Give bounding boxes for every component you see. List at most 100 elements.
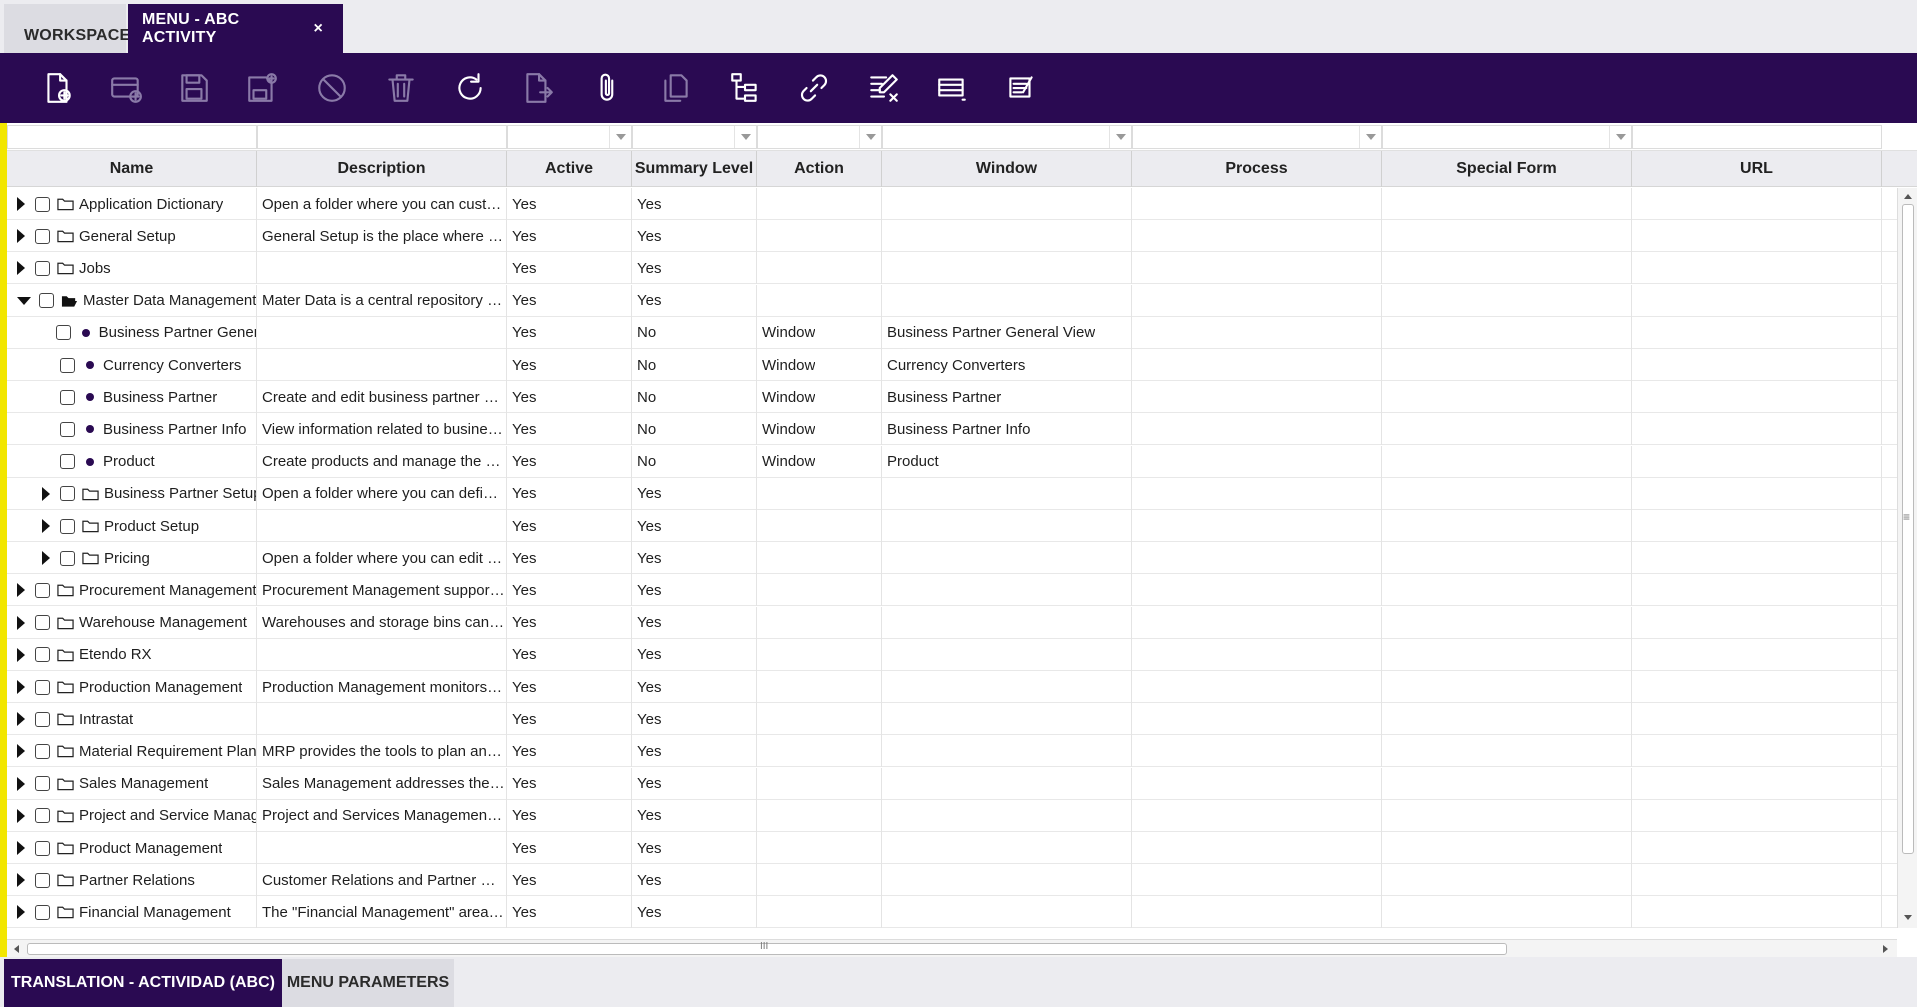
row-checkbox[interactable] <box>35 872 50 888</box>
audit-trail-icon[interactable] <box>866 70 902 106</box>
tab-menu-parameters[interactable]: MENU PARAMETERS <box>282 959 454 1007</box>
row-checkbox[interactable] <box>60 421 75 437</box>
row-checkbox[interactable] <box>60 454 75 470</box>
expand-arrow-icon[interactable] <box>17 873 25 888</box>
row-checkbox[interactable] <box>60 486 75 502</box>
row-checkbox[interactable] <box>60 518 75 534</box>
row-checkbox[interactable] <box>35 776 50 792</box>
filter-dropdown-icon[interactable] <box>1109 126 1131 148</box>
notes-icon[interactable] <box>1003 70 1039 106</box>
table-row[interactable]: Partner Relations Customer Relations and … <box>7 864 1897 897</box>
expand-arrow-icon[interactable] <box>42 519 50 533</box>
row-checkbox[interactable] <box>35 808 50 824</box>
row-checkbox[interactable] <box>35 260 50 276</box>
attachment-icon[interactable] <box>590 70 626 106</box>
cancel-icon[interactable] <box>314 70 350 106</box>
expand-arrow-icon[interactable] <box>17 776 25 791</box>
row-checkbox[interactable] <box>35 196 50 212</box>
column-header-active[interactable]: Active <box>507 151 632 187</box>
table-row[interactable]: Currency Converters Yes No Window Currency C… <box>7 349 1897 381</box>
expand-arrow-icon[interactable] <box>17 583 25 598</box>
table-row[interactable]: Sales Management Sales Management address… <box>7 767 1897 800</box>
scroll-up-icon[interactable] <box>1902 190 1914 202</box>
table-row[interactable]: General Setup General Setup is the place … <box>7 220 1897 253</box>
expand-arrow-icon[interactable] <box>42 486 50 501</box>
expand-arrow-icon[interactable] <box>17 680 25 694</box>
row-checkbox[interactable] <box>35 679 50 695</box>
filter-dropdown-icon[interactable] <box>1609 126 1631 148</box>
column-header-summary-level[interactable]: Summary Level <box>632 151 757 187</box>
link-icon[interactable] <box>796 70 832 106</box>
filter-description[interactable] <box>257 125 507 149</box>
expand-arrow-icon[interactable] <box>17 229 25 244</box>
delete-icon[interactable] <box>383 70 419 106</box>
column-header-window[interactable]: Window <box>882 151 1132 187</box>
filter-window[interactable] <box>882 125 1132 149</box>
tab-translation[interactable]: TRANSLATION - ACTIVIDAD (ABC) <box>4 959 282 1007</box>
expand-arrow-icon[interactable] <box>17 712 25 727</box>
table-row[interactable]: Warehouse Management Warehouses and stora… <box>7 606 1897 639</box>
filter-dropdown-icon[interactable] <box>734 126 756 148</box>
column-header-special-form[interactable]: Special Form <box>1382 151 1632 187</box>
table-row[interactable]: Business Partner Info View information re… <box>7 413 1897 446</box>
row-checkbox[interactable] <box>35 615 50 631</box>
save-icon[interactable] <box>176 70 212 106</box>
row-checkbox[interactable] <box>35 904 50 920</box>
table-row[interactable]: Project and Service Management Project an… <box>7 799 1897 832</box>
table-row[interactable]: Jobs Yes Yes <box>7 252 1897 285</box>
table-row[interactable]: Business Partner Setup Open a folder wher… <box>7 477 1897 510</box>
row-checkbox[interactable] <box>35 582 50 598</box>
filter-summary-level[interactable] <box>632 125 757 149</box>
expand-arrow-icon[interactable] <box>17 808 25 823</box>
export-icon[interactable] <box>520 70 556 106</box>
horizontal-scrollbar[interactable]: III <box>7 939 1897 957</box>
row-checkbox[interactable] <box>35 743 50 759</box>
scroll-left-icon[interactable] <box>10 943 22 955</box>
expand-arrow-icon[interactable] <box>42 551 50 566</box>
column-header-name[interactable]: Name <box>7 151 257 187</box>
row-checkbox[interactable] <box>55 325 71 341</box>
table-row[interactable]: Master Data Management Mater Data is a ce… <box>7 284 1897 317</box>
table-row[interactable]: Business Partner Create and edit business… <box>7 381 1897 414</box>
expand-arrow-icon[interactable] <box>17 615 25 630</box>
filter-action[interactable] <box>757 125 882 149</box>
table-row[interactable]: Application Dictionary Open a folder wher… <box>7 188 1897 220</box>
filter-process[interactable] <box>1132 125 1382 149</box>
table-row[interactable]: Production Management Production Manageme… <box>7 671 1897 703</box>
vertical-scrollbar[interactable]: ≡ <box>1897 188 1917 928</box>
table-row[interactable]: Product Setup Yes Yes <box>7 510 1897 542</box>
refresh-icon[interactable] <box>452 70 488 106</box>
filter-name[interactable] <box>7 125 257 149</box>
table-row[interactable]: Financial Management The "Financial Manag… <box>7 896 1897 928</box>
table-row[interactable]: Procurement Management Procurement Manage… <box>7 574 1897 607</box>
row-checkbox[interactable] <box>35 840 50 856</box>
row-checkbox[interactable] <box>35 228 50 244</box>
column-header-url[interactable]: URL <box>1632 151 1882 187</box>
table-row[interactable]: Material Requirement Planning MRP provide… <box>7 735 1897 768</box>
scroll-right-icon[interactable] <box>1880 943 1892 955</box>
row-checkbox[interactable] <box>60 357 75 373</box>
collapse-arrow-icon[interactable] <box>17 296 31 305</box>
filter-dropdown-icon[interactable] <box>859 126 881 148</box>
expand-arrow-icon[interactable] <box>17 647 25 662</box>
column-header-process[interactable]: Process <box>1132 151 1382 187</box>
expand-arrow-icon[interactable] <box>17 261 25 276</box>
close-icon[interactable]: × <box>313 20 323 38</box>
table-row[interactable]: Product Management Yes Yes <box>7 832 1897 864</box>
table-row[interactable]: Pricing Open a folder where you can edit … <box>7 542 1897 575</box>
column-header-action[interactable]: Action <box>757 151 882 187</box>
clone-icon[interactable] <box>658 70 694 106</box>
save-and-new-icon[interactable] <box>244 70 280 106</box>
table-row[interactable]: Intrastat Yes Yes <box>7 703 1897 736</box>
table-row[interactable]: Product Create products and manage the ca… <box>7 445 1897 478</box>
column-header-description[interactable]: Description <box>257 151 507 187</box>
scroll-down-icon[interactable] <box>1902 912 1914 924</box>
tree-icon[interactable] <box>727 70 763 106</box>
filter-dropdown-icon[interactable] <box>609 126 631 148</box>
grid-view-icon[interactable] <box>934 70 970 106</box>
filter-active[interactable] <box>507 125 632 149</box>
filter-dropdown-icon[interactable] <box>1359 126 1381 148</box>
row-checkbox[interactable] <box>35 647 50 663</box>
new-record-icon[interactable] <box>108 70 144 106</box>
new-document-icon[interactable] <box>40 70 76 106</box>
